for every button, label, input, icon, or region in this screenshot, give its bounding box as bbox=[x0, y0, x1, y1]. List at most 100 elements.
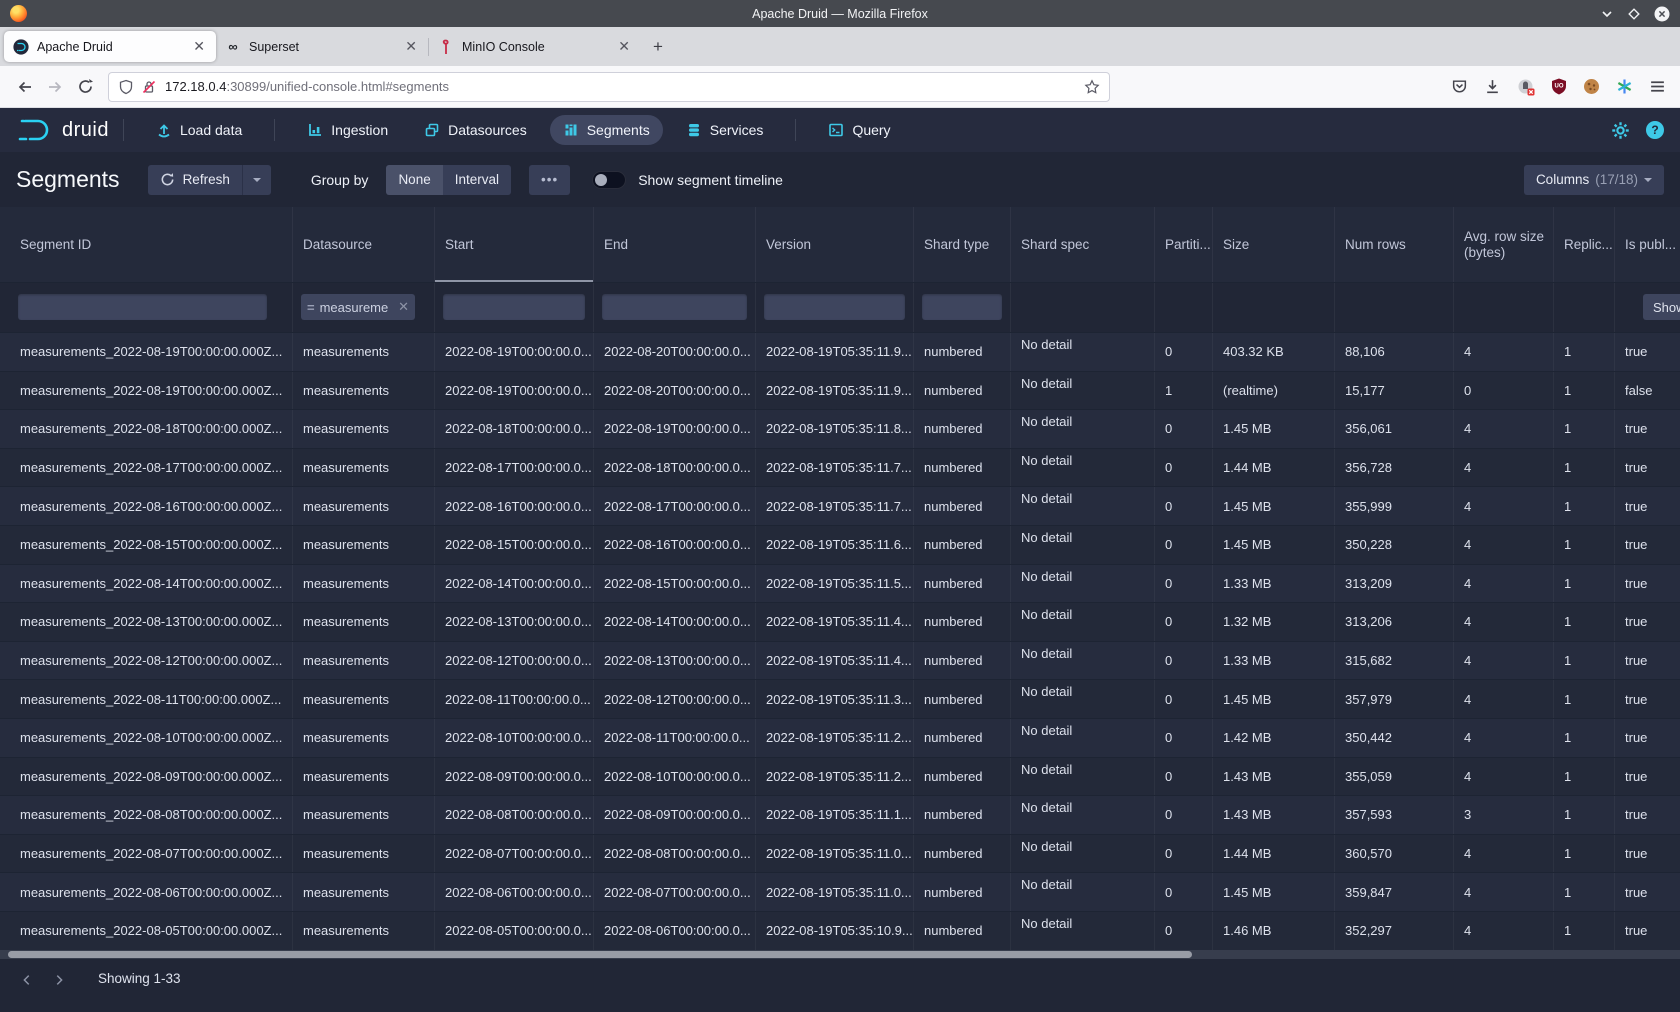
group-by-interval-button[interactable]: Interval bbox=[443, 165, 511, 195]
refresh-label: Refresh bbox=[183, 172, 230, 187]
datasource-filter-chip[interactable]: = measureme ✕ bbox=[301, 294, 415, 320]
table-row[interactable]: measurements_2022-08-08T00:00:00.000Z...… bbox=[0, 795, 1680, 834]
cell-num_rows: 15,177 bbox=[1335, 372, 1454, 410]
url-bar[interactable]: 172.18.0.4:30899/unified-console.html#se… bbox=[108, 72, 1110, 102]
segment-timeline-toggle[interactable] bbox=[592, 171, 626, 189]
remove-filter-icon[interactable]: ✕ bbox=[398, 299, 409, 315]
column-header[interactable]: Shard type bbox=[914, 207, 1011, 282]
nav-item-load-data[interactable]: Load data bbox=[143, 115, 255, 145]
lock-insecure-icon[interactable] bbox=[141, 79, 157, 95]
nav-item-datasources[interactable]: Datasources bbox=[411, 115, 540, 145]
window-minimize-icon[interactable] bbox=[1600, 7, 1614, 21]
segment-id-filter-input[interactable] bbox=[18, 294, 267, 320]
table-row[interactable]: measurements_2022-08-13T00:00:00.000Z...… bbox=[0, 602, 1680, 641]
column-header[interactable]: Start bbox=[435, 207, 594, 282]
columns-button[interactable]: Columns (17/18) bbox=[1524, 165, 1664, 195]
tab-minio-console[interactable]: MinIO Console ✕ bbox=[429, 31, 641, 62]
query-icon bbox=[828, 122, 844, 138]
column-header[interactable]: Segment ID bbox=[0, 207, 293, 282]
column-header[interactable]: Is publ... bbox=[1615, 207, 1680, 282]
column-header[interactable]: Size bbox=[1213, 207, 1335, 282]
next-page-button[interactable] bbox=[46, 967, 72, 993]
cell-shard_type: numbered bbox=[914, 912, 1011, 950]
column-header[interactable]: Num rows bbox=[1335, 207, 1454, 282]
download-icon[interactable] bbox=[1484, 78, 1501, 95]
cell-end: 2022-08-15T00:00:00.0... bbox=[594, 565, 756, 603]
refresh-button[interactable]: Refresh bbox=[148, 165, 242, 195]
table-row[interactable]: measurements_2022-08-11T00:00:00.000Z...… bbox=[0, 679, 1680, 718]
version-filter-input[interactable] bbox=[764, 294, 905, 320]
column-header[interactable]: Partiti... bbox=[1155, 207, 1213, 282]
column-header[interactable]: Shard spec bbox=[1011, 207, 1155, 282]
column-header[interactable]: Datasource bbox=[293, 207, 435, 282]
nav-divider bbox=[795, 119, 796, 141]
pagination-footer: Showing 1-33 bbox=[0, 959, 1680, 1012]
back-button[interactable] bbox=[10, 72, 40, 102]
pocket-icon[interactable] bbox=[1451, 78, 1468, 95]
cell-partition: 0 bbox=[1155, 603, 1213, 641]
cookie-icon[interactable] bbox=[1583, 78, 1600, 95]
column-header[interactable]: Avg. row size (bytes) bbox=[1454, 207, 1554, 282]
bookmark-star-icon[interactable] bbox=[1084, 79, 1100, 95]
cell-is_published: true bbox=[1615, 642, 1680, 680]
tab-close-icon[interactable]: ✕ bbox=[403, 38, 419, 55]
is-published-show-button[interactable]: Show bbox=[1643, 294, 1680, 320]
nav-item-segments[interactable]: Segments bbox=[550, 115, 663, 145]
asterisk-extension-icon[interactable] bbox=[1616, 78, 1633, 95]
tab-close-icon[interactable]: ✕ bbox=[191, 38, 207, 55]
druid-brand[interactable]: druid bbox=[16, 117, 109, 143]
new-tab-button[interactable]: + bbox=[641, 37, 675, 57]
tab-close-icon[interactable]: ✕ bbox=[616, 38, 632, 55]
settings-gear-icon[interactable] bbox=[1611, 121, 1630, 140]
segments-icon bbox=[563, 122, 579, 138]
tab-apache-druid[interactable]: Apache Druid ✕ bbox=[4, 31, 216, 62]
horizontal-scrollbar[interactable] bbox=[0, 950, 1680, 959]
ublock-shield-icon[interactable]: UO bbox=[1551, 78, 1567, 95]
table-row[interactable]: measurements_2022-08-12T00:00:00.000Z...… bbox=[0, 641, 1680, 680]
end-filter-input[interactable] bbox=[602, 294, 747, 320]
cell-datasource: measurements bbox=[293, 487, 435, 525]
column-header[interactable]: End bbox=[594, 207, 756, 282]
table-row[interactable]: measurements_2022-08-09T00:00:00.000Z...… bbox=[0, 757, 1680, 796]
nav-item-services[interactable]: Services bbox=[673, 115, 777, 145]
menu-hamburger-icon[interactable] bbox=[1649, 78, 1666, 95]
table-row[interactable]: measurements_2022-08-19T00:00:00.000Z...… bbox=[0, 371, 1680, 410]
start-filter-input[interactable] bbox=[443, 294, 585, 320]
table-row[interactable]: measurements_2022-08-07T00:00:00.000Z...… bbox=[0, 834, 1680, 873]
shard-type-filter-input[interactable] bbox=[922, 294, 1002, 320]
more-options-button[interactable]: ••• bbox=[529, 165, 570, 195]
cell-avg_row_size: 4 bbox=[1454, 526, 1554, 564]
nav-item-query[interactable]: Query bbox=[815, 115, 903, 145]
group-by-none-button[interactable]: None bbox=[386, 165, 442, 195]
table-row[interactable]: measurements_2022-08-16T00:00:00.000Z...… bbox=[0, 486, 1680, 525]
cell-partition: 0 bbox=[1155, 873, 1213, 911]
scrollbar-thumb[interactable] bbox=[8, 951, 1192, 958]
chevron-down-icon bbox=[253, 178, 261, 186]
shield-icon[interactable] bbox=[118, 79, 134, 95]
reload-button[interactable] bbox=[70, 72, 100, 102]
cell-num_rows: 356,728 bbox=[1335, 449, 1454, 487]
tab-superset[interactable]: ∞ Superset ✕ bbox=[216, 31, 428, 62]
forward-button[interactable] bbox=[40, 72, 70, 102]
table-row[interactable]: measurements_2022-08-10T00:00:00.000Z...… bbox=[0, 718, 1680, 757]
table-row[interactable]: measurements_2022-08-17T00:00:00.000Z...… bbox=[0, 448, 1680, 487]
refresh-dropdown-button[interactable] bbox=[242, 165, 271, 195]
previous-page-button[interactable] bbox=[14, 967, 40, 993]
nav-item-ingestion[interactable]: Ingestion bbox=[294, 115, 401, 145]
cell-avg_row_size: 4 bbox=[1454, 642, 1554, 680]
table-row[interactable]: measurements_2022-08-05T00:00:00.000Z...… bbox=[0, 911, 1680, 950]
window-close-icon[interactable] bbox=[1654, 6, 1670, 22]
table-row[interactable]: measurements_2022-08-06T00:00:00.000Z...… bbox=[0, 872, 1680, 911]
table-row[interactable]: measurements_2022-08-19T00:00:00.000Z...… bbox=[0, 332, 1680, 371]
url-path: :30899/unified-console.html#segments bbox=[226, 79, 449, 94]
window-maximize-icon[interactable] bbox=[1627, 7, 1641, 21]
table-row[interactable]: measurements_2022-08-14T00:00:00.000Z...… bbox=[0, 564, 1680, 603]
column-header[interactable]: Version bbox=[756, 207, 914, 282]
help-icon[interactable]: ? bbox=[1646, 121, 1664, 139]
column-header[interactable]: Replic... bbox=[1554, 207, 1615, 282]
table-row[interactable]: measurements_2022-08-15T00:00:00.000Z...… bbox=[0, 525, 1680, 564]
cell-num_rows: 350,442 bbox=[1335, 719, 1454, 757]
cell-datasource: measurements bbox=[293, 333, 435, 371]
extension-blocked-icon[interactable] bbox=[1517, 78, 1535, 96]
table-row[interactable]: measurements_2022-08-18T00:00:00.000Z...… bbox=[0, 409, 1680, 448]
